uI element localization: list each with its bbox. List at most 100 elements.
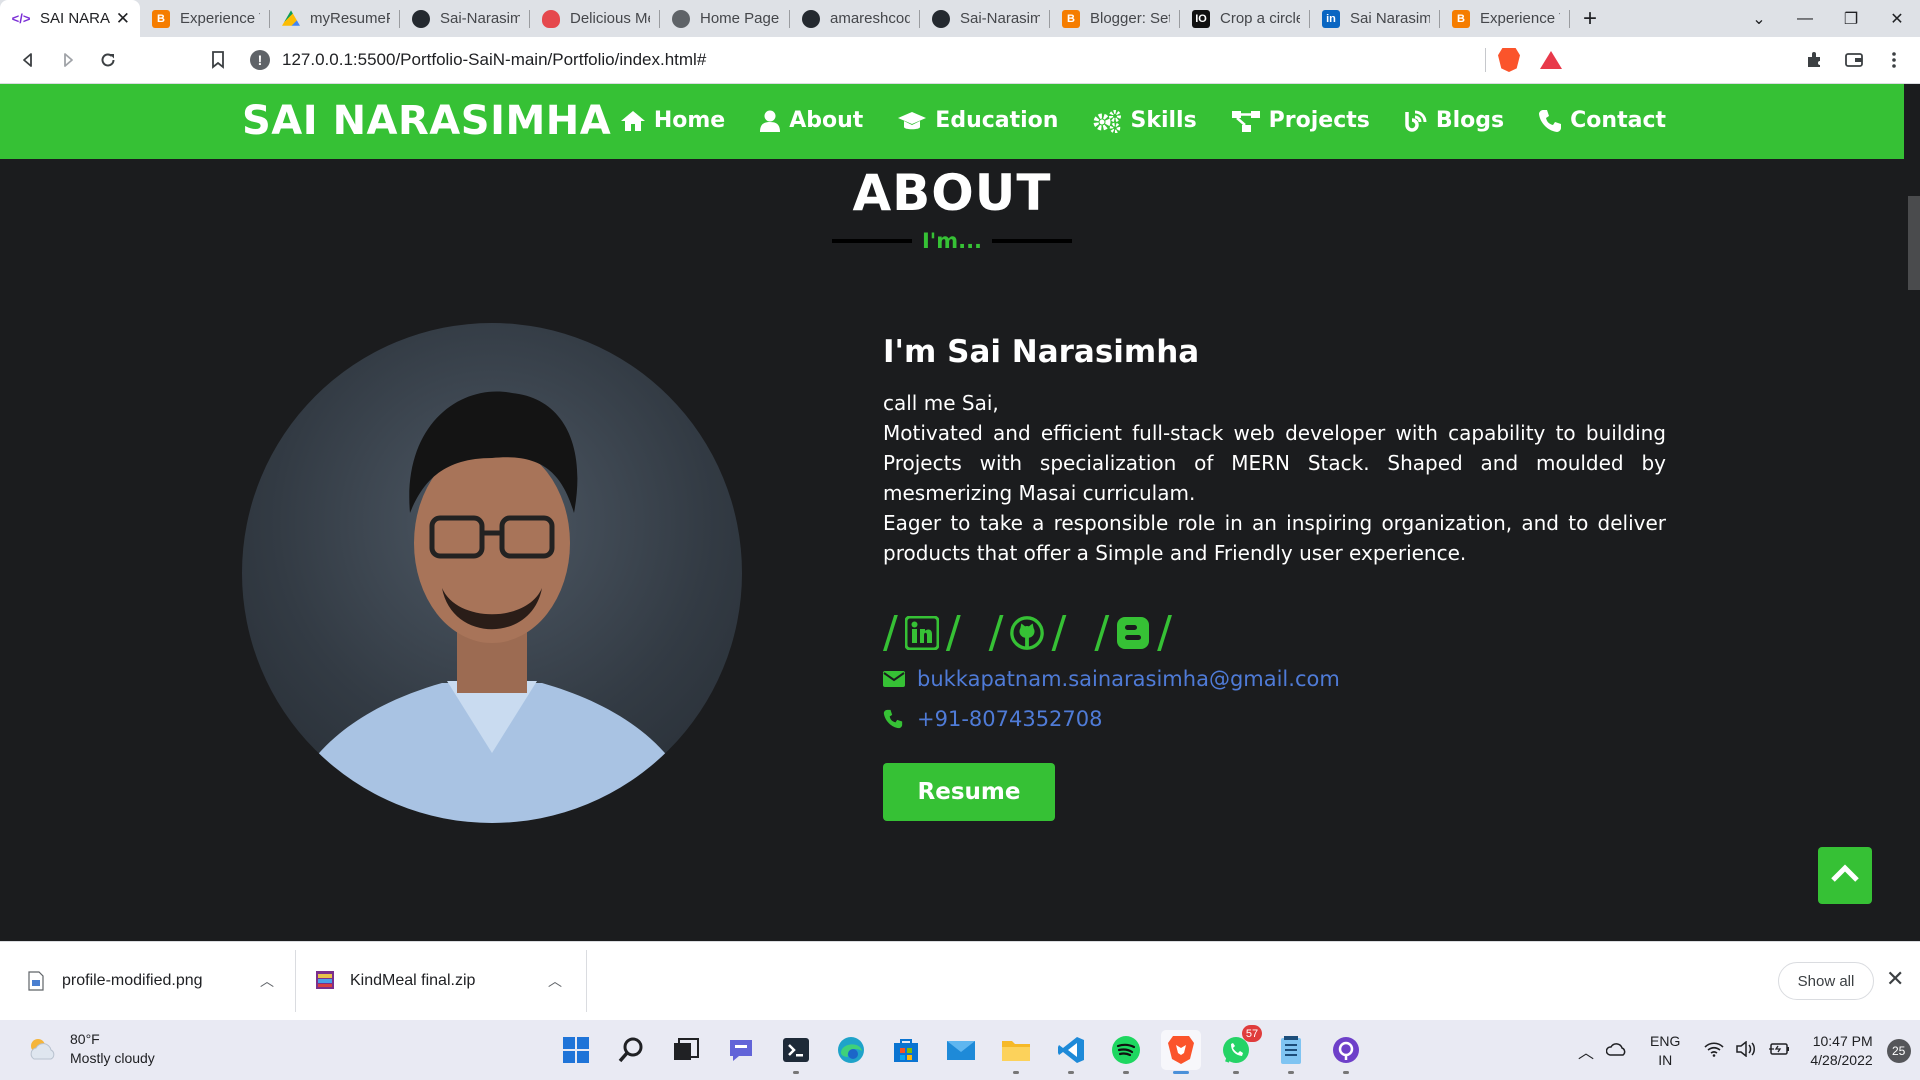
terminal-app[interactable] (776, 1030, 816, 1074)
brave-app[interactable] (1161, 1030, 1201, 1074)
tab-title: amareshcodi (830, 10, 910, 27)
nav-projects[interactable]: Projects (1231, 108, 1370, 133)
site-info-icon[interactable]: ! (250, 50, 270, 70)
new-tab-button[interactable]: + (1570, 0, 1610, 37)
language-indicator[interactable]: ENG IN (1650, 1032, 1680, 1070)
teams-chat-button[interactable] (721, 1030, 761, 1070)
email-link[interactable]: bukkapatnam.sainarasimha@gmail.com (917, 667, 1340, 691)
reload-icon[interactable] (88, 40, 128, 80)
mail-app[interactable] (941, 1030, 981, 1070)
download-item[interactable]: profile-modified.png ︿ (28, 942, 274, 1020)
close-icon[interactable]: ✕ (1886, 966, 1904, 992)
nav-skills[interactable]: Skills (1092, 108, 1197, 133)
brave-shields-icon[interactable] (1498, 48, 1520, 72)
scroll-to-top-button[interactable] (1818, 847, 1872, 904)
clock[interactable]: 10:47 PM 4/28/2022 (1810, 1032, 1872, 1070)
tab-title: Sai-Narasimh (440, 10, 520, 27)
chevron-up-icon[interactable]: ︿ (548, 971, 562, 991)
browser-toolbar: ! 127.0.0.1:5500/Portfolio-SaiN-main/Por… (0, 37, 1920, 84)
site-brand[interactable]: SAI NARASIMHA (242, 98, 611, 144)
tab-crop-circle[interactable]: IO Crop a circle (1180, 0, 1310, 37)
nav-label: Blogs (1435, 108, 1505, 133)
weather-widget[interactable]: 80°F Mostly cloudy (26, 1030, 155, 1068)
battery-icon[interactable] (1768, 1042, 1790, 1061)
store-app[interactable] (886, 1030, 926, 1070)
tab-title: Crop a circle (1220, 10, 1300, 27)
download-item[interactable]: KindMeal final.zip ︿ (316, 942, 562, 1020)
resume-button[interactable]: Resume (883, 763, 1055, 821)
linkedin-link[interactable]: / / (883, 607, 961, 658)
zip-file-icon (316, 971, 334, 991)
extensions-icon[interactable] (1794, 40, 1834, 80)
blogger-link[interactable]: / / (1094, 607, 1172, 658)
page-scrollbar[interactable] (1904, 84, 1920, 941)
close-icon[interactable]: ✕ (116, 9, 130, 29)
download-filename: KindMeal final.zip (350, 972, 476, 989)
nav-contact[interactable]: Contact (1538, 108, 1666, 133)
brave-rewards-icon[interactable] (1540, 51, 1562, 69)
vscode-app[interactable] (1051, 1030, 1091, 1074)
phone-row[interactable]: +91-8074352708 (883, 707, 1103, 731)
tab-github-2[interactable]: amareshcodi (790, 0, 920, 37)
tab-title: Blogger: Sett (1090, 10, 1170, 27)
volume-icon[interactable] (1736, 1039, 1756, 1062)
scrollbar-thumb[interactable] (1908, 196, 1920, 290)
github-desktop-icon (1333, 1037, 1359, 1063)
nav-label: Education (935, 108, 1059, 133)
file-explorer-app[interactable] (996, 1030, 1036, 1074)
tab-resume-drive[interactable]: myResumeFi (270, 0, 400, 37)
github-icon (932, 9, 950, 28)
notification-badge[interactable]: 25 (1886, 1039, 1911, 1063)
email-row[interactable]: bukkapatnam.sainarasimha@gmail.com (883, 667, 1340, 691)
github-desktop-app[interactable] (1326, 1030, 1366, 1074)
github-link[interactable]: / / (989, 607, 1067, 658)
tab-experience-2[interactable]: B Experience Te (1440, 0, 1570, 37)
task-view-button[interactable] (666, 1030, 706, 1070)
blogger-icon (1115, 615, 1151, 651)
onedrive-icon[interactable] (1605, 1042, 1628, 1061)
edge-app[interactable] (831, 1030, 871, 1070)
tab-search-icon[interactable]: ⌄ (1736, 9, 1782, 29)
clock-time: 10:47 PM (1812, 1033, 1873, 1049)
phone-link[interactable]: +91-8074352708 (917, 707, 1103, 731)
nav-label: Home (653, 108, 726, 133)
tab-title: Experience Te (1480, 10, 1560, 27)
notepad-app[interactable] (1271, 1030, 1311, 1074)
tab-blogger-settings[interactable]: B Blogger: Sett (1050, 0, 1180, 37)
wifi-icon[interactable] (1704, 1041, 1724, 1062)
tab-title: Experience Te (180, 10, 260, 27)
whatsapp-app[interactable]: 57 (1216, 1025, 1262, 1074)
start-button[interactable] (556, 1030, 596, 1070)
tab-experience[interactable]: B Experience Te (140, 0, 270, 37)
weather-description: Mostly cloudy (70, 1050, 155, 1066)
about-text: I'm Sai Narasimha call me Sai, Motivated… (883, 334, 1666, 568)
tab-delicious[interactable]: Delicious Me (530, 0, 660, 37)
nav-education[interactable]: Education (897, 108, 1058, 133)
nav-about[interactable]: About (759, 108, 863, 133)
io-icon: IO (1192, 9, 1210, 28)
search-button[interactable] (611, 1030, 651, 1070)
forward-icon[interactable] (48, 40, 88, 80)
chevron-up-icon[interactable]: ︿ (260, 971, 274, 991)
tab-home-page[interactable]: Home Page (660, 0, 790, 37)
bookmark-icon[interactable] (198, 40, 238, 80)
back-icon[interactable] (8, 40, 48, 80)
tab-portfolio[interactable]: </> SAI NARA ✕ (0, 0, 140, 37)
tab-linkedin[interactable]: in Sai Narasimh (1310, 0, 1440, 37)
greeting-text: call me Sai, (883, 391, 999, 415)
tab-github-3[interactable]: Sai-Narasimh (920, 0, 1050, 37)
nav-blogs[interactable]: Blogs (1404, 108, 1504, 133)
wallet-icon[interactable] (1834, 40, 1874, 80)
nav-home[interactable]: Home (620, 108, 725, 133)
window-close-icon[interactable]: ✕ (1874, 9, 1920, 29)
spotify-app[interactable] (1106, 1030, 1146, 1074)
chevron-up-icon[interactable]: ︿ (1578, 1039, 1594, 1063)
show-all-button[interactable]: Show all (1778, 962, 1874, 1000)
restore-icon[interactable]: ❐ (1828, 9, 1874, 29)
tab-github[interactable]: Sai-Narasimh (400, 0, 530, 37)
minimize-icon[interactable]: — (1782, 10, 1828, 28)
address-bar[interactable]: ! 127.0.0.1:5500/Portfolio-SaiN-main/Por… (246, 43, 1562, 77)
phone-icon (1538, 109, 1562, 133)
url-text[interactable]: 127.0.0.1:5500/Portfolio-SaiN-main/Portf… (282, 50, 1485, 70)
menu-icon[interactable] (1874, 40, 1914, 80)
